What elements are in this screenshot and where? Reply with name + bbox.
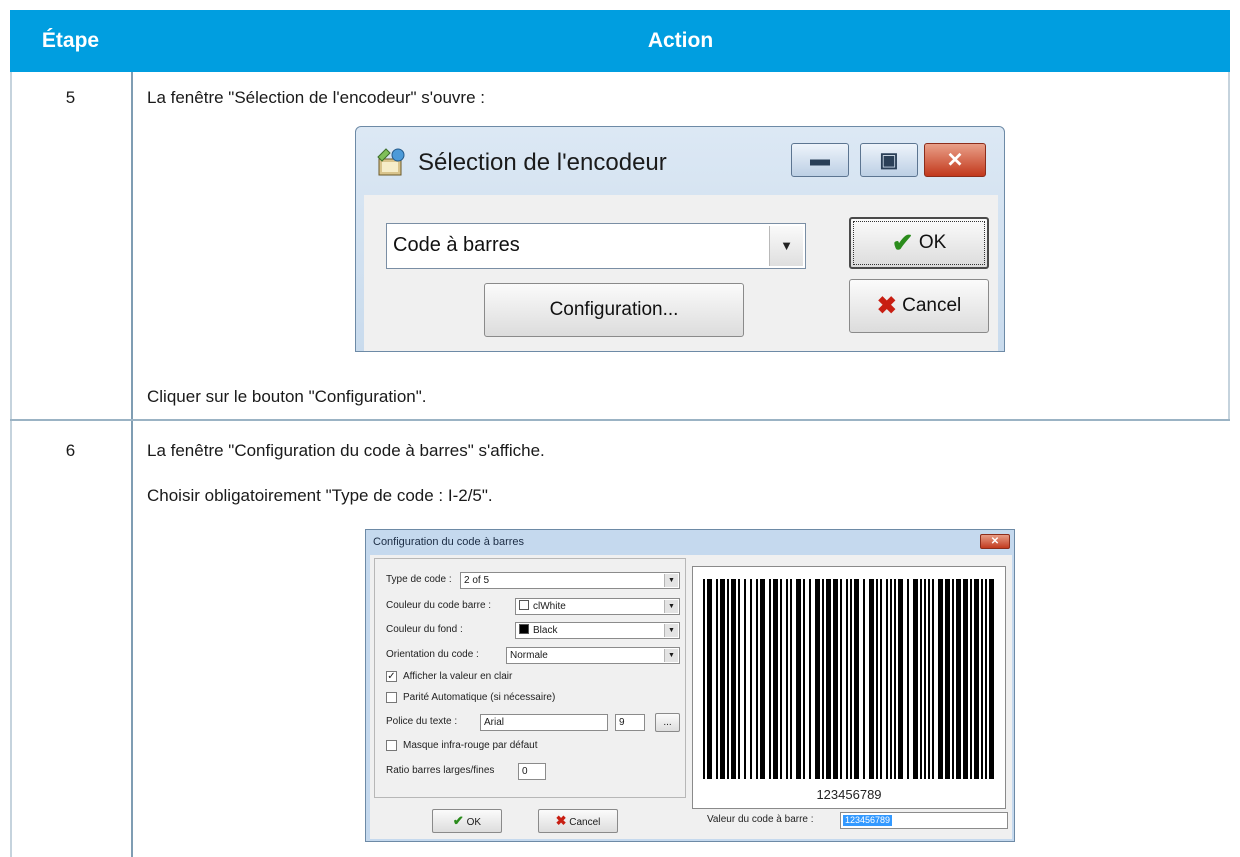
parity-checkbox[interactable]: [386, 692, 397, 703]
ir-mask-label: Masque infra-rouge par défaut: [403, 740, 538, 751]
ratio-label: Ratio barres larges/fines: [386, 765, 495, 776]
barcode-value-input[interactable]: 123456789: [840, 812, 1008, 829]
column-divider: [131, 72, 133, 857]
cancel-label: Cancel: [902, 295, 962, 317]
dropdown-arrow-icon[interactable]: ▼: [664, 649, 678, 662]
app-icon: [377, 148, 405, 176]
show-value-label: Afficher la valeur en clair: [403, 671, 513, 682]
table-header: Étape Action: [10, 10, 1230, 72]
font-input[interactable]: Arial: [480, 714, 608, 731]
color-swatch: [519, 624, 529, 634]
table-border-left: [10, 72, 12, 857]
value-label: Valeur du code à barre :: [707, 814, 814, 825]
bg-color-label: Couleur du fond :: [386, 624, 463, 635]
step-number: 5: [65, 88, 76, 107]
cancel-label: Cancel: [569, 817, 601, 828]
check-icon: ✔: [891, 227, 914, 258]
minimize-button[interactable]: ▬: [791, 143, 849, 177]
bar-color-label: Couleur du code barre :: [386, 600, 492, 611]
bg-color-value: Black: [533, 625, 558, 636]
font-size-input[interactable]: 9: [615, 714, 645, 731]
bar-color-value: clWhite: [533, 601, 566, 612]
maximize-button[interactable]: ▣: [860, 143, 918, 177]
column-header-action: Action: [647, 29, 714, 52]
configuration-button[interactable]: Configuration...: [484, 283, 744, 337]
row-text: Cliquer sur le bouton "Configuration".: [147, 387, 427, 406]
barcode-number: 123456789: [816, 787, 882, 802]
close-button[interactable]: ✕: [924, 143, 986, 177]
ratio-input[interactable]: 0: [518, 763, 546, 780]
row-text: Choisir obligatoirement "Type de code : …: [147, 486, 493, 505]
minimize-icon: ▬: [810, 148, 830, 171]
cross-icon: ✖: [555, 813, 567, 828]
dropdown-arrow-icon[interactable]: ▼: [769, 226, 803, 266]
encoder-select-value: Code à barres: [393, 234, 520, 256]
close-icon: ✕: [990, 536, 1000, 547]
window-client-area: Type de code : 2 of 5 ▼ Couleur du code …: [370, 555, 1012, 839]
ok-button[interactable]: ✔ OK: [432, 809, 502, 833]
maximize-icon: ▣: [879, 149, 899, 172]
ok-label: OK: [918, 232, 947, 254]
close-button[interactable]: ✕: [980, 534, 1010, 549]
step-number: 6: [65, 441, 76, 460]
settings-group: Type de code : 2 of 5 ▼ Couleur du code …: [374, 558, 686, 798]
orientation-value: Normale: [510, 650, 548, 661]
ir-mask-checkbox[interactable]: [386, 740, 397, 751]
dropdown-arrow-icon[interactable]: ▼: [664, 624, 678, 637]
font-browse-button[interactable]: ...: [655, 713, 680, 732]
column-header-step: Étape: [41, 29, 100, 52]
window-client-area: Code à barres ▼ ✔ OK Configuration... ✖ …: [364, 195, 998, 351]
type-value: 2 of 5: [464, 575, 490, 586]
color-swatch: [519, 600, 529, 610]
cancel-button[interactable]: ✖ Cancel: [538, 809, 618, 833]
cross-icon: ✖: [876, 292, 897, 320]
barcode-preview: 123456789: [692, 566, 1006, 809]
barcode-value-selection: 123456789: [843, 815, 893, 826]
bar-color-select[interactable]: clWhite ▼: [515, 598, 680, 615]
row-text: La fenêtre "Sélection de l'encodeur" s'o…: [147, 88, 485, 107]
dropdown-arrow-icon[interactable]: ▼: [664, 600, 678, 613]
bg-color-select[interactable]: Black ▼: [515, 622, 680, 639]
row-divider: [10, 419, 1230, 421]
barcode-image: [703, 579, 994, 779]
window-title: Configuration du code à barres: [373, 536, 525, 548]
encoder-select[interactable]: Code à barres ▼: [386, 223, 806, 269]
barcode-configuration-window: Configuration du code à barres ✕ Type de…: [365, 529, 1015, 842]
font-label: Police du texte :: [386, 716, 458, 727]
window-title: Sélection de l'encodeur: [418, 149, 667, 176]
row-text: La fenêtre "Configuration du code à barr…: [147, 441, 545, 460]
parity-label: Parité Automatique (si nécessaire): [403, 692, 556, 703]
ok-button[interactable]: ✔ OK: [849, 217, 989, 269]
configuration-label: Configuration...: [549, 299, 679, 320]
dropdown-arrow-icon[interactable]: ▼: [664, 574, 678, 587]
check-icon: ✔: [452, 813, 464, 828]
type-select[interactable]: 2 of 5 ▼: [460, 572, 680, 589]
orientation-label: Orientation du code :: [386, 649, 479, 660]
orientation-select[interactable]: Normale ▼: [506, 647, 680, 664]
ok-label: OK: [466, 817, 482, 828]
type-label: Type de code :: [386, 574, 452, 585]
cancel-button[interactable]: ✖ Cancel: [849, 279, 989, 333]
encoder-selection-window: Sélection de l'encodeur ▬ ▣ ✕ Code à bar…: [355, 126, 1005, 352]
close-icon: ✕: [946, 149, 964, 172]
table-border-right: [1228, 72, 1230, 420]
show-value-checkbox[interactable]: ✓: [386, 671, 397, 682]
